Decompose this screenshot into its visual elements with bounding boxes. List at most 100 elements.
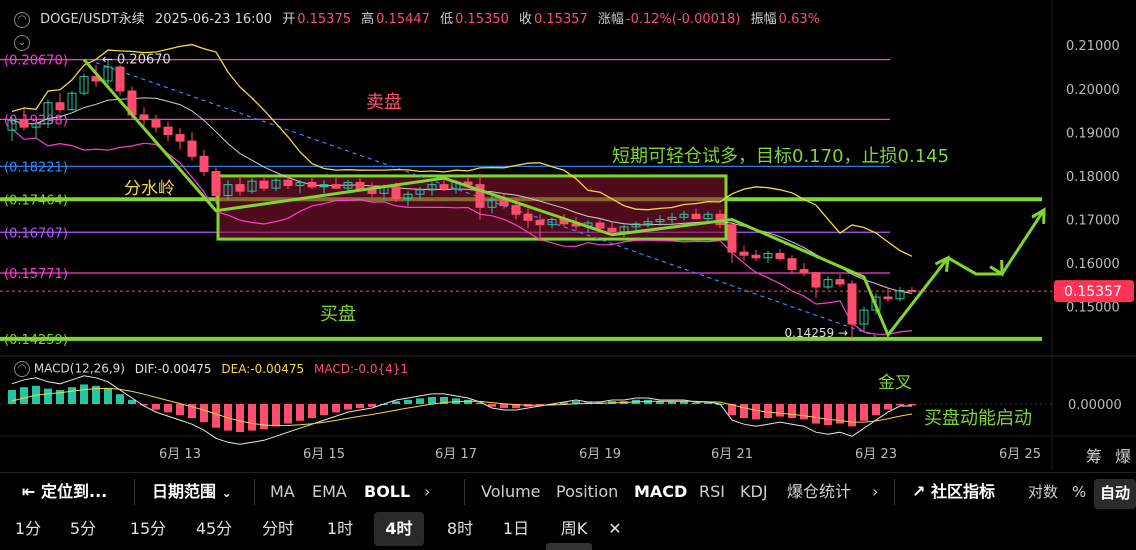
timeframe-8[interactable]: 1日 (496, 512, 536, 546)
candle-body (835, 279, 845, 285)
candle-body (151, 118, 161, 128)
macd-bar (68, 387, 76, 404)
low-marker: 0.14259 → (785, 326, 849, 340)
macd-bar (860, 404, 868, 421)
liq-label[interactable]: 爆 (1115, 447, 1131, 466)
collapse-macd-icon[interactable]: ◠ (14, 361, 30, 377)
calendar-icon: ⇤ (22, 482, 36, 501)
ind-ema[interactable]: EMA (312, 473, 347, 511)
divider (464, 479, 465, 505)
divider (254, 479, 255, 505)
auto-toggle[interactable]: 自动 (1094, 479, 1136, 509)
macd-bar (200, 404, 208, 423)
log-toggle[interactable]: 对数 (1028, 473, 1058, 511)
candle-body (727, 224, 737, 253)
ind-volume[interactable]: Volume (481, 473, 541, 511)
close-value: 0.15357 (534, 12, 588, 27)
locate-button[interactable]: ⇤ 定位到... (22, 473, 107, 511)
macd-bar (356, 404, 364, 409)
timeframe-4[interactable]: 分时 (252, 512, 304, 546)
close-label: 收 (518, 12, 532, 27)
macd-bar (104, 388, 112, 404)
chevron-down-icon: ⌄ (221, 486, 232, 500)
percent-toggle[interactable]: % (1072, 473, 1086, 511)
macd-bar (404, 399, 412, 404)
close-icon[interactable]: ✕ (602, 512, 628, 546)
macd-bar (176, 404, 184, 416)
collapse-icon[interactable]: ◠ (14, 11, 30, 28)
timeframe-5[interactable]: 1时 (318, 512, 362, 546)
macd-bar (332, 404, 340, 413)
macd-dif: DIF:-0.00475 (134, 361, 212, 376)
macd-bar (896, 404, 904, 406)
ind-macd[interactable]: MACD (634, 473, 687, 511)
candle-body (595, 222, 605, 229)
locate-label: 定位到... (40, 482, 108, 501)
timeframe-1[interactable]: 5分 (58, 512, 108, 546)
high-label: 高 (361, 12, 375, 27)
macd-bar (692, 402, 700, 404)
macd-bar (320, 404, 328, 416)
macd-bar (236, 404, 244, 432)
macd-bar (272, 404, 280, 427)
macd-bar (368, 404, 376, 407)
macd-header: ◠ MACD(12,26,9) DIF:-0.00475 DEA:-0.0047… (14, 361, 408, 377)
chevron-down-icon: ⌄ (14, 34, 30, 51)
macd-bar (776, 404, 784, 417)
y-tick-label: 0.18000 (1066, 170, 1120, 185)
ind-position[interactable]: Position (556, 473, 618, 511)
macd-bar (428, 397, 436, 404)
candle-body (847, 283, 857, 325)
macd-bar (20, 387, 28, 404)
macd-bar (284, 404, 292, 424)
candle-body (163, 126, 173, 136)
timeframe-0[interactable]: 1分 (8, 512, 48, 546)
open-label: 开 (282, 12, 296, 27)
candle-body (811, 272, 821, 288)
date-range-button[interactable]: 日期范围 ⌄ (152, 473, 232, 511)
x-tick-label: 6月 17 (435, 447, 477, 462)
macd-bar (152, 404, 160, 410)
drag-handle[interactable] (546, 543, 592, 550)
candle-body (175, 134, 185, 142)
change-value: -0.12%(-0.00018) (625, 12, 741, 27)
ind-ma[interactable]: MA (270, 473, 295, 511)
low-label: 低 (440, 12, 454, 27)
candle-body (775, 252, 785, 260)
annotation-sell: 卖盘 (366, 92, 402, 113)
macd-bar (824, 404, 832, 425)
open-value: 0.15375 (297, 12, 351, 27)
amp-label: 振幅 (750, 12, 777, 27)
candle-body (439, 184, 449, 190)
timeframe-9[interactable]: 周K (552, 512, 596, 546)
annotation-golden-cross: 金叉 (878, 373, 912, 393)
timeframe-3[interactable]: 45分 (186, 512, 242, 546)
community-button[interactable]: ↗ 社区指标 (912, 473, 995, 511)
macd-bar (764, 404, 772, 418)
candle-body (799, 269, 809, 274)
timeframe-6[interactable]: 4时 (374, 512, 424, 546)
change-label: 涨幅 (597, 12, 624, 27)
candle-body (331, 184, 341, 189)
ind-rsi[interactable]: RSI (699, 473, 725, 511)
candle-body (787, 258, 797, 271)
expand-toggle[interactable]: ⌄ (14, 32, 30, 51)
timeframe-7[interactable]: 8时 (436, 512, 484, 546)
ind-boll[interactable]: BOLL (364, 473, 410, 511)
y-tick-label: 0.20000 (1066, 83, 1120, 98)
candle-body (751, 254, 761, 259)
divider (134, 479, 135, 505)
ind-kdj[interactable]: KDJ (740, 473, 768, 511)
main-more-button[interactable]: › (424, 473, 430, 511)
macd-bar (812, 404, 820, 424)
ind-liquidation[interactable]: 爆仓统计 (787, 473, 851, 511)
x-tick-label: 6月 23 (855, 447, 897, 462)
x-tick-label: 6月 21 (711, 447, 753, 462)
sub-more-button[interactable]: › (872, 473, 878, 511)
chip-label[interactable]: 筹 (1086, 447, 1102, 466)
level-label: (0.18221) (4, 160, 68, 175)
price-chart[interactable]: 0.21000 0.20000 0.19000 0.18000 0.17000 0.160… (0, 0, 1136, 470)
external-icon: ↗ (912, 482, 926, 501)
timeframe-2[interactable]: 15分 (120, 512, 176, 546)
macd-bar (8, 390, 16, 404)
